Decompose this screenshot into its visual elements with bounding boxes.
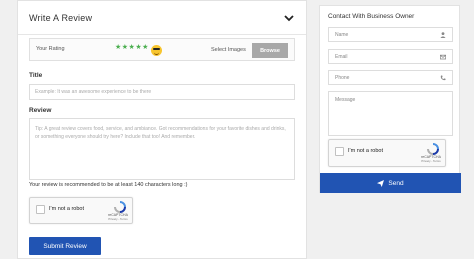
contact-panel-title: Contact With Business Owner (328, 13, 415, 20)
recaptcha-label: I'm not a robot (49, 206, 84, 212)
email-field[interactable]: Email (328, 49, 453, 64)
recaptcha-widget: I'm not a robot reCAPTCHA Privacy - Term… (29, 197, 133, 224)
phone-placeholder: Phone (335, 74, 350, 81)
email-placeholder: Email (335, 53, 348, 60)
phone-icon (440, 75, 446, 80)
recaptcha-logo-icon (427, 143, 439, 155)
browse-button[interactable]: Browse (252, 43, 288, 58)
rating-row: Your Rating ★★★★★ Select Images Browse (29, 38, 295, 61)
write-review-panel: Write A Review Your Rating ★★★★★ Select … (17, 0, 307, 259)
review-textarea[interactable]: Tip: A great review covers food, service… (29, 118, 295, 180)
send-label: Send (388, 179, 404, 187)
review-field-label: Review (29, 107, 52, 114)
contact-recaptcha-terms[interactable]: Privacy - Terms (420, 159, 442, 163)
sunglasses-emoji-icon (151, 45, 162, 56)
paper-plane-icon (377, 179, 385, 187)
recaptcha-terms[interactable]: Privacy - Terms (107, 217, 129, 221)
rating-label: Your Rating (36, 46, 65, 52)
name-field[interactable]: Name (328, 27, 453, 42)
title-field-label: Title (29, 72, 43, 79)
title-input[interactable]: Example: It was an awesome experience to… (29, 84, 295, 100)
chevron-down-icon[interactable] (284, 14, 294, 22)
submit-review-button[interactable]: Submit Review (29, 237, 101, 255)
recaptcha-checkbox[interactable] (36, 205, 45, 214)
review-length-hint: Your review is recommended to be at leas… (29, 182, 188, 188)
message-textarea[interactable]: Message (328, 91, 453, 136)
recaptcha-logo-icon (114, 201, 126, 213)
select-images-label: Select Images (211, 47, 246, 53)
contact-panel: Contact With Business Owner Name Email P… (319, 5, 461, 193)
name-placeholder: Name (335, 31, 349, 38)
contact-recaptcha-label: I'm not a robot (348, 148, 383, 154)
contact-recaptcha-widget: I'm not a robot reCAPTCHA Privacy - Term… (328, 139, 446, 167)
send-button[interactable]: Send (320, 173, 461, 193)
envelope-icon (440, 54, 446, 59)
contact-recaptcha-checkbox[interactable] (335, 147, 344, 156)
review-header[interactable]: Write A Review (18, 1, 306, 35)
user-icon (440, 31, 446, 38)
review-panel-title: Write A Review (29, 12, 93, 23)
phone-field[interactable]: Phone (328, 70, 453, 85)
star-rating[interactable]: ★★★★★ (115, 44, 149, 51)
